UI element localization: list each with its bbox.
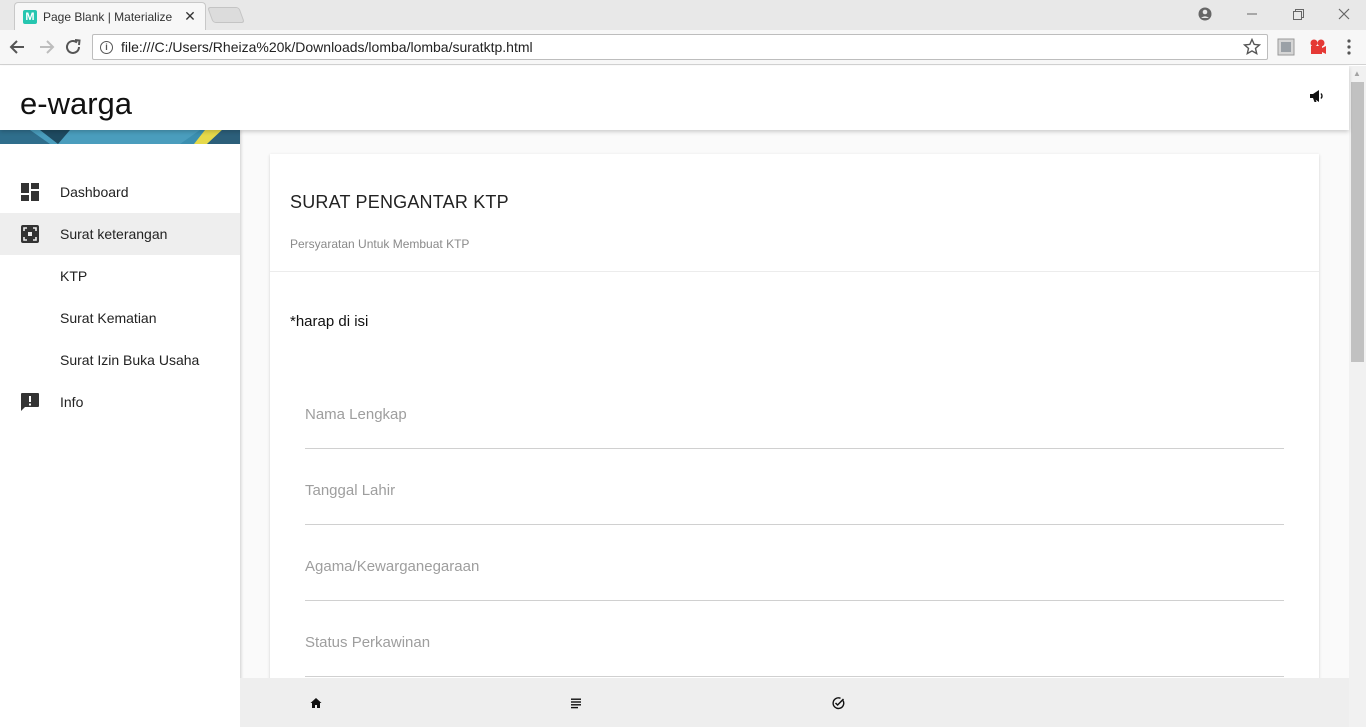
browser-tab[interactable]: M Page Blank | Materialize - ✕: [14, 2, 206, 30]
sidebar-item-label: Info: [60, 394, 84, 410]
account-icon[interactable]: [1195, 6, 1215, 22]
sidebar-item-surat-kematian[interactable]: Surat Kematian: [0, 297, 240, 339]
scroll-up-arrow-icon[interactable]: ▲: [1353, 69, 1361, 78]
minimize-icon[interactable]: [1242, 6, 1262, 22]
sidebar-item-label: Surat keterangan: [60, 226, 168, 242]
sidebar: Dashboard Surat keterangan KTP Surat Kem…: [0, 130, 240, 727]
page-viewport: e-warga Dashboard Surat keterangan KTP S…: [0, 66, 1349, 727]
sidebar-item-info[interactable]: Info: [0, 381, 240, 423]
feedback-icon: [21, 393, 39, 411]
sidebar-menu: Dashboard Surat keterangan KTP Surat Kem…: [0, 171, 240, 423]
announcement-icon[interactable]: [1308, 88, 1326, 104]
new-tab-button[interactable]: [207, 7, 245, 23]
back-icon[interactable]: [8, 38, 28, 56]
address-bar[interactable]: i file:///C:/Users/Rheiza%20k/Downloads/…: [92, 34, 1268, 60]
tanggal-lahir-input[interactable]: [305, 479, 1284, 501]
sidebar-item-surat-izin-buka-usaha[interactable]: Surat Izin Buka Usaha: [0, 339, 240, 381]
bookmark-star-icon[interactable]: [1243, 38, 1261, 56]
page-subtitle: Persyaratan Untuk Membuat KTP: [290, 237, 470, 251]
app-header: e-warga: [0, 66, 1349, 130]
sidebar-banner-image: [0, 130, 240, 144]
list-icon[interactable]: [569, 696, 583, 710]
agama-kewarganegaraan-field: [305, 541, 1284, 601]
reload-icon[interactable]: [64, 38, 84, 56]
status-perkawinan-field: [305, 617, 1284, 677]
nama-lengkap-field: [305, 389, 1284, 449]
url-text[interactable]: file:///C:/Users/Rheiza%20k/Downloads/lo…: [121, 39, 533, 55]
browser-tab-strip: M Page Blank | Materialize - ✕: [0, 0, 1366, 30]
browser-toolbar: i file:///C:/Users/Rheiza%20k/Downloads/…: [0, 30, 1366, 65]
check-circle-icon[interactable]: [831, 696, 845, 710]
sidebar-item-ktp[interactable]: KTP: [0, 255, 240, 297]
surat-icon: [21, 225, 39, 243]
sidebar-item-dashboard[interactable]: Dashboard: [0, 171, 240, 213]
status-perkawinan-input[interactable]: [305, 631, 1284, 653]
sidebar-item-label: KTP: [60, 268, 88, 284]
required-note: *harap di isi: [290, 313, 369, 330]
home-icon[interactable]: [309, 696, 323, 710]
sidebar-item-label: Surat Kematian: [60, 310, 157, 326]
tab-title: Page Blank | Materialize -: [43, 9, 175, 24]
sidebar-item-label: Dashboard: [60, 184, 129, 200]
sidebar-item-surat-keterangan[interactable]: Surat keterangan: [0, 213, 240, 255]
close-window-icon[interactable]: [1334, 6, 1354, 22]
restore-icon[interactable]: [1288, 6, 1308, 22]
tanggal-lahir-field: [305, 465, 1284, 525]
tab-close-icon[interactable]: ✕: [183, 8, 197, 25]
ktp-form-card: SURAT PENGANTAR KTP Persyaratan Untuk Me…: [270, 154, 1319, 714]
brand-logo[interactable]: e-warga: [20, 86, 132, 122]
forward-icon[interactable]: [36, 38, 56, 56]
bottom-navigation: [240, 678, 1349, 727]
nama-lengkap-input[interactable]: [305, 403, 1284, 425]
video-camera-extension-icon[interactable]: [1309, 38, 1327, 56]
divider: [270, 271, 1319, 272]
page-title: SURAT PENGANTAR KTP: [290, 192, 509, 212]
sidebar-item-label: Surat Izin Buka Usaha: [60, 352, 200, 368]
dashboard-icon: [21, 183, 39, 201]
browser-menu-icon[interactable]: [1340, 38, 1358, 56]
agama-kewarganegaraan-input[interactable]: [305, 555, 1284, 577]
materialize-favicon-icon: M: [23, 9, 37, 24]
page-scrollbar[interactable]: ▲: [1349, 66, 1366, 727]
scrollbar-thumb[interactable]: [1351, 82, 1364, 362]
extension-icon[interactable]: [1277, 38, 1295, 56]
site-info-icon[interactable]: i: [100, 40, 113, 54]
